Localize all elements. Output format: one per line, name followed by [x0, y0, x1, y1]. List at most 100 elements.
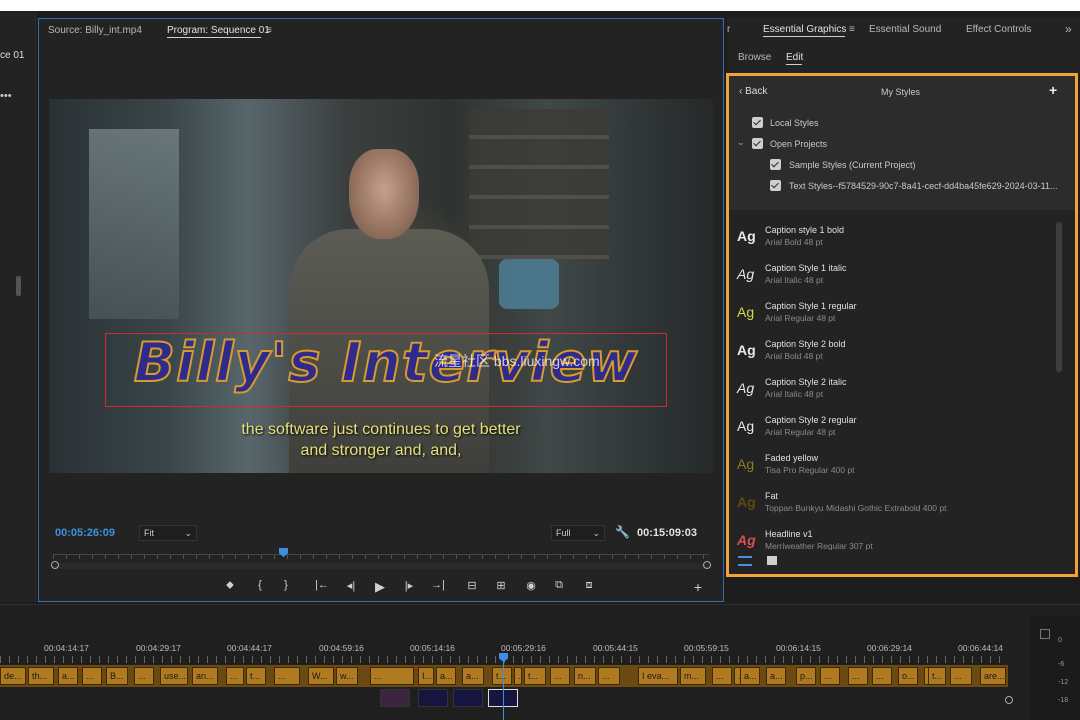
lift-icon[interactable]: ⊟ — [465, 579, 479, 592]
go-to-out-icon[interactable]: →| — [431, 579, 445, 591]
checkbox-text-styles[interactable] — [770, 180, 781, 191]
styles-scrollbar[interactable] — [1056, 222, 1062, 372]
caption-clip[interactable]: are... — [980, 667, 1006, 685]
caption-clip[interactable]: ... — [134, 667, 154, 685]
caption-clip[interactable]: ... — [370, 667, 414, 685]
list-item[interactable]: Ag Caption style 1 bold Arial Bold 48 pt — [729, 220, 1059, 256]
video-frame[interactable]: Billy's Interview 流星社区 bbs.liuxingw.com … — [49, 99, 713, 473]
caption-clip[interactable]: t... — [928, 667, 946, 685]
subtab-edit[interactable]: Edit — [786, 52, 803, 63]
list-item[interactable]: Ag Caption Style 2 bold Arial Bold 48 pt — [729, 334, 1059, 370]
caption-clip[interactable]: o... — [898, 667, 918, 685]
scroll-end-handle[interactable] — [1005, 696, 1013, 704]
list-item[interactable]: Ag Headline v1 Merriweather Regular 307 … — [729, 524, 1059, 550]
caption-clip[interactable]: I eva... — [638, 667, 678, 685]
scroll-end-handle[interactable] — [703, 561, 711, 569]
step-forward-icon[interactable]: |▸ — [402, 579, 416, 592]
caption-clip[interactable]: t... — [524, 667, 546, 685]
caption-clip[interactable]: I... — [418, 667, 434, 685]
back-button[interactable]: ‹ Back — [739, 86, 767, 97]
tab-source[interactable]: Source: Billy_int.mp4 — [48, 25, 142, 36]
tab-active-underline — [763, 36, 845, 37]
tab-essential-graphics[interactable]: Essential Graphics — [763, 24, 846, 35]
grid-view-icon[interactable] — [767, 556, 777, 565]
list-item[interactable]: Ag Caption Style 2 regular Arial Regular… — [729, 410, 1059, 446]
go-to-in-icon[interactable]: |← — [315, 579, 329, 591]
caption-clip[interactable]: ... — [950, 667, 972, 685]
caption-clip[interactable]: ... — [82, 667, 102, 685]
caption-clip[interactable]: ... — [848, 667, 868, 685]
tab-prefix[interactable]: r — [727, 24, 730, 35]
zoom-scrollbar[interactable] — [53, 563, 709, 569]
wrench-icon[interactable]: 🔧 — [615, 525, 630, 539]
caption-clip[interactable]: ... — [226, 667, 244, 685]
list-item[interactable]: Ag Faded yellow Tisa Pro Regular 400 pt — [729, 448, 1059, 484]
caption-clip[interactable]: a... — [436, 667, 456, 685]
caption-clip[interactable]: ... — [712, 667, 732, 685]
comparison-view-icon[interactable]: ⧉ — [552, 579, 566, 592]
tab-effect-controls[interactable]: Effect Controls — [966, 24, 1031, 35]
hamburger-menu-icon[interactable]: ≡ — [266, 25, 272, 36]
caption-clip[interactable]: a... — [766, 667, 786, 685]
caption-clip[interactable]: th... — [28, 667, 54, 685]
caption-clip[interactable]: t... — [246, 667, 266, 685]
video-clip-thumbnail[interactable] — [418, 689, 448, 707]
caption-clip[interactable]: p... — [796, 667, 816, 685]
current-timecode[interactable]: 00:05:26:09 — [55, 527, 115, 539]
proxy-toggle-icon[interactable]: ⧈ — [582, 579, 596, 592]
video-clip-thumbnail[interactable] — [380, 689, 410, 707]
caption-clip[interactable]: a... — [462, 667, 484, 685]
hamburger-menu-icon[interactable]: ≡ — [849, 24, 855, 35]
step-back-icon[interactable]: ◂| — [344, 579, 358, 592]
add-marker-icon[interactable]: ⬥ — [223, 579, 237, 592]
add-style-button[interactable]: + — [1049, 82, 1057, 98]
caption-clip[interactable]: an... — [192, 667, 218, 685]
list-item[interactable]: Ag Caption Style 2 italic Arial Italic 4… — [729, 372, 1059, 408]
list-item[interactable]: Ag Caption Style 1 regular Arial Regular… — [729, 296, 1059, 332]
caption-clip[interactable]: ... — [872, 667, 892, 685]
subtab-browse[interactable]: Browse — [738, 52, 771, 63]
caption-clip[interactable]: a... — [740, 667, 760, 685]
button-editor-plus-icon[interactable]: + — [691, 579, 705, 595]
play-icon[interactable]: ▶ — [373, 579, 387, 595]
tab-program[interactable]: Program: Sequence 01 — [167, 25, 270, 36]
panel-menu-icon[interactable]: ••• — [0, 90, 12, 102]
list-item[interactable]: Ag Caption Style 1 italic Arial Italic 4… — [729, 258, 1059, 294]
caption-clip[interactable]: w... — [336, 667, 358, 685]
resolution-select[interactable]: Full ⌄ — [551, 525, 605, 541]
overflow-chevron-icon[interactable]: » — [1065, 22, 1072, 36]
mark-out-icon[interactable]: } — [279, 579, 293, 591]
zoom-level-select[interactable]: Fit ⌄ — [139, 525, 197, 541]
caption-clip[interactable]: W... — [308, 667, 334, 685]
mark-in-icon[interactable]: { — [253, 579, 267, 591]
caption-clip[interactable]: t... — [492, 667, 512, 685]
export-frame-icon[interactable]: ◉ — [524, 579, 538, 592]
panel-scrollbar[interactable] — [16, 276, 21, 296]
caption-clip[interactable]: de... — [0, 667, 26, 685]
list-item[interactable]: Ag Fat Toppan Bunkyu Midashi Gothic Extr… — [729, 486, 1059, 522]
caption-clip[interactable]: ... — [550, 667, 570, 685]
caption-clip[interactable]: ... — [274, 667, 300, 685]
meter-solo-icon[interactable] — [1040, 629, 1050, 639]
caption-clip[interactable]: B... — [106, 667, 128, 685]
caption-clip[interactable]: use... — [160, 667, 188, 685]
caption-clip[interactable]: n... — [574, 667, 596, 685]
caption-clip[interactable]: ... — [514, 667, 522, 685]
caption-clip[interactable]: a... — [58, 667, 78, 685]
extract-icon[interactable]: ⊞ — [494, 579, 508, 592]
sequence-tab-label[interactable]: ce 01 — [0, 50, 24, 61]
tab-essential-sound[interactable]: Essential Sound — [869, 24, 941, 35]
checkbox-open-projects[interactable] — [752, 138, 763, 149]
chevron-down-icon[interactable]: ⌄ — [737, 137, 745, 148]
timeline-playhead[interactable] — [503, 655, 504, 720]
style-preview: Ag — [737, 304, 755, 320]
caption-clip[interactable]: ... — [598, 667, 620, 685]
scroll-start-handle[interactable] — [51, 561, 59, 569]
caption-clip[interactable]: ... — [820, 667, 840, 685]
checkbox-local-styles[interactable] — [752, 117, 763, 128]
my-styles-panel: ‹ Back My Styles + Local Styles ⌄ Open P… — [726, 73, 1078, 577]
list-view-icon[interactable] — [738, 556, 752, 566]
caption-clip[interactable]: m... — [680, 667, 706, 685]
video-clip-thumbnail[interactable] — [453, 689, 483, 707]
checkbox-sample-styles[interactable] — [770, 159, 781, 170]
